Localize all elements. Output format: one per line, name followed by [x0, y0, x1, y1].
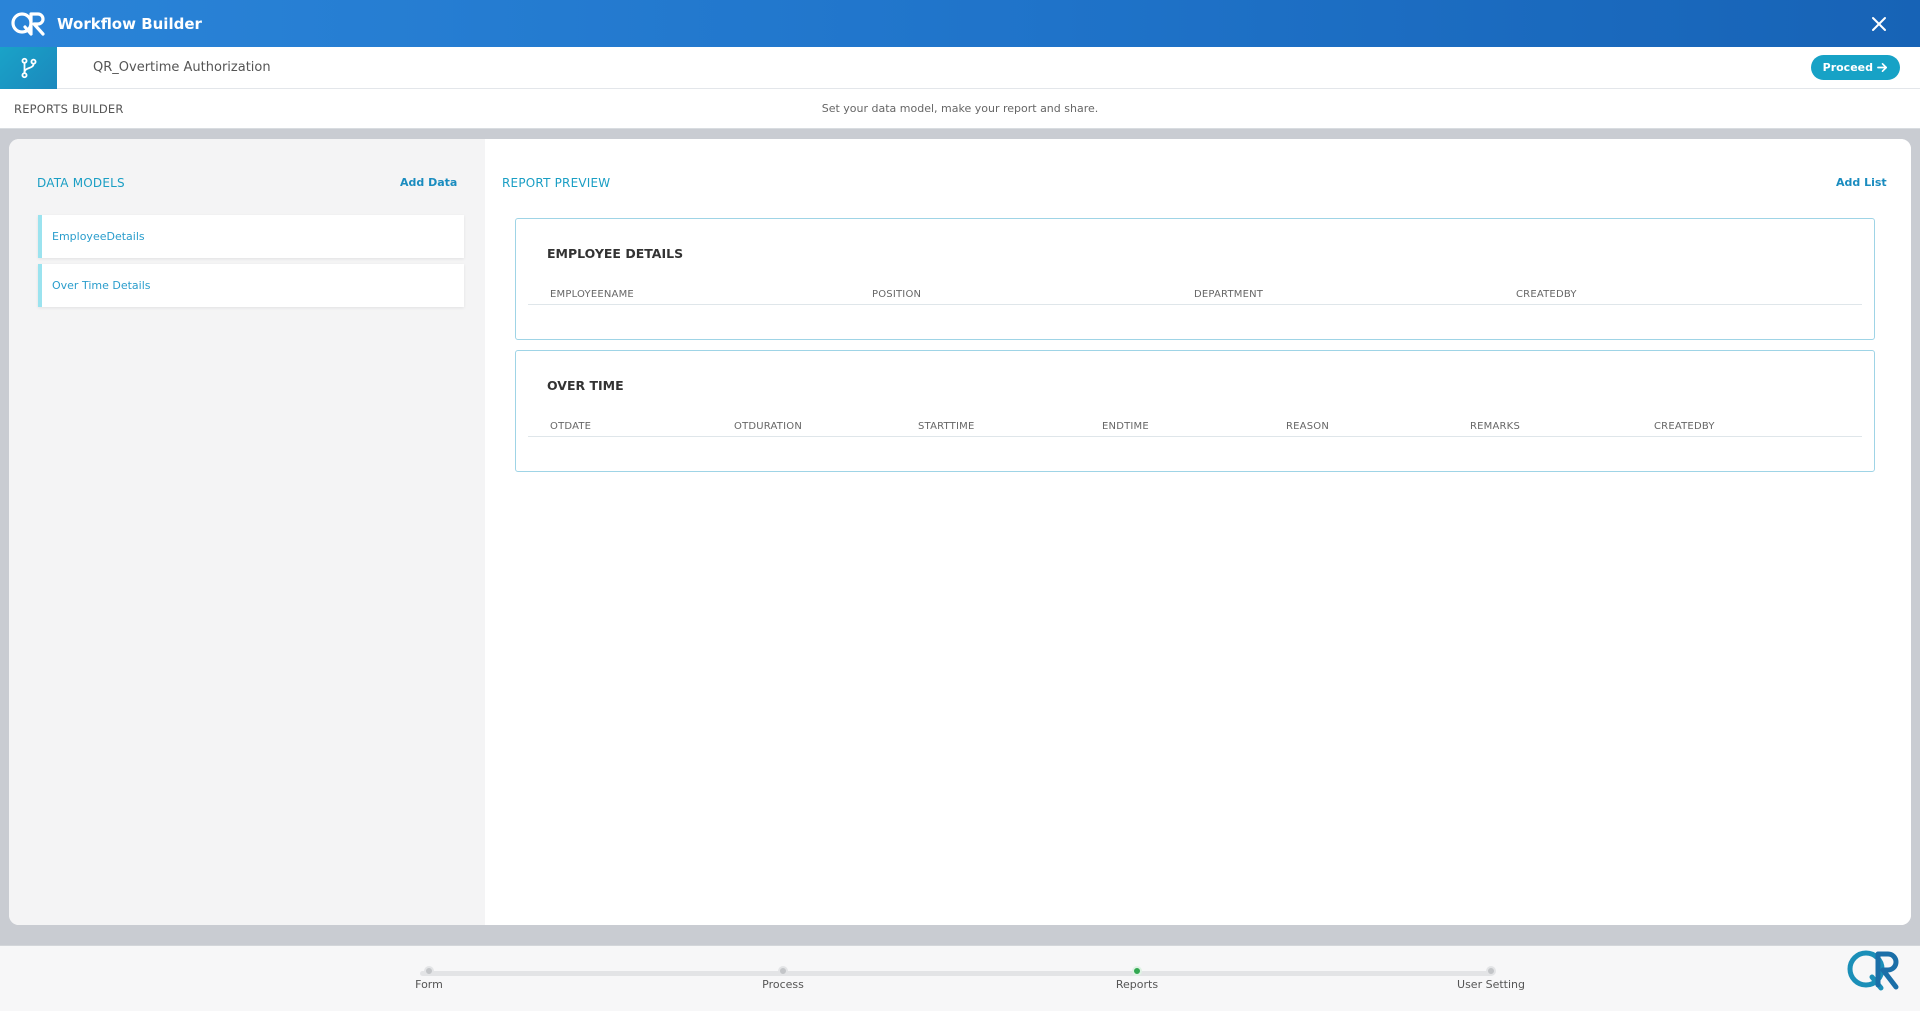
app-title: Workflow Builder — [57, 14, 202, 33]
qr-logo-icon — [10, 9, 48, 39]
proceed-label: Proceed — [1822, 61, 1873, 74]
report-list-employee-details[interactable]: EMPLOYEE DETAILS EMPLOYEENAME POSITION D… — [515, 218, 1875, 340]
report-list-columns: EMPLOYEENAME POSITION DEPARTMENT CREATED… — [528, 279, 1862, 305]
column-header: OTDURATION — [734, 421, 803, 432]
page-tagline: Set your data model, make your report an… — [821, 102, 1099, 115]
proceed-button[interactable]: Proceed — [1810, 55, 1900, 80]
data-models-title: DATA MODELS — [37, 176, 125, 190]
data-models-panel: DATA MODELS Add Data EmployeeDetails Ove… — [9, 139, 485, 925]
column-header: POSITION — [872, 289, 922, 300]
column-header: REASON — [1286, 421, 1330, 432]
report-list-title: EMPLOYEE DETAILS — [547, 246, 684, 261]
branch-icon[interactable] — [0, 46, 57, 89]
column-header: OTDATE — [550, 421, 592, 432]
step-dot — [778, 966, 788, 976]
data-model-item-overtime-details[interactable]: Over Time Details — [38, 264, 464, 307]
qr-corner-logo-icon[interactable] — [1844, 945, 1900, 995]
reports-builder-card: DATA MODELS Add Data EmployeeDetails Ove… — [9, 139, 1911, 925]
workflow-bar: QR_Overtime Authorization Proceed — [0, 46, 1920, 89]
step-label: User Setting — [1457, 978, 1525, 991]
title-bar: Workflow Builder — [0, 0, 1920, 47]
step-user-setting[interactable]: User Setting — [1431, 966, 1551, 991]
step-label: Process — [762, 978, 804, 991]
report-list-over-time[interactable]: OVER TIME OTDATE OTDURATION STARTTIME EN… — [515, 350, 1875, 472]
data-model-item-employeedetails[interactable]: EmployeeDetails — [38, 215, 464, 258]
stepper-track — [420, 971, 1492, 976]
step-process[interactable]: Process — [723, 966, 843, 991]
step-dot — [424, 966, 434, 976]
step-dot — [1486, 966, 1496, 976]
step-label: Reports — [1115, 978, 1159, 991]
column-header: STARTTIME — [918, 421, 975, 432]
column-header: ENDTIME — [1102, 421, 1149, 432]
column-header: CREATEDBY — [1516, 289, 1577, 300]
sub-header: REPORTS BUILDER Set your data model, mak… — [0, 89, 1920, 129]
report-preview-title: REPORT PREVIEW — [502, 176, 611, 190]
report-list-columns: OTDATE OTDURATION STARTTIME ENDTIME REAS… — [528, 411, 1862, 437]
close-icon[interactable] — [1868, 13, 1890, 35]
column-header: CREATEDBY — [1654, 421, 1715, 432]
workflow-name: QR_Overtime Authorization — [93, 60, 271, 75]
report-list-title: OVER TIME — [547, 378, 624, 393]
arrow-right-icon — [1877, 63, 1887, 72]
report-preview-panel: REPORT PREVIEW Add List EMPLOYEE DETAILS… — [485, 139, 1911, 925]
step-form[interactable]: Form — [369, 966, 489, 991]
add-list-button[interactable]: Add List — [1836, 176, 1887, 189]
step-reports[interactable]: Reports — [1077, 966, 1197, 991]
column-header: REMARKS — [1470, 421, 1520, 432]
workflow-stepper: Form Process Reports User Setting — [0, 945, 1920, 1011]
column-header: DEPARTMENT — [1194, 289, 1264, 300]
step-dot-active — [1132, 966, 1142, 976]
column-header: EMPLOYEENAME — [550, 289, 634, 300]
step-label: Form — [415, 978, 443, 991]
add-data-button[interactable]: Add Data — [400, 176, 457, 189]
